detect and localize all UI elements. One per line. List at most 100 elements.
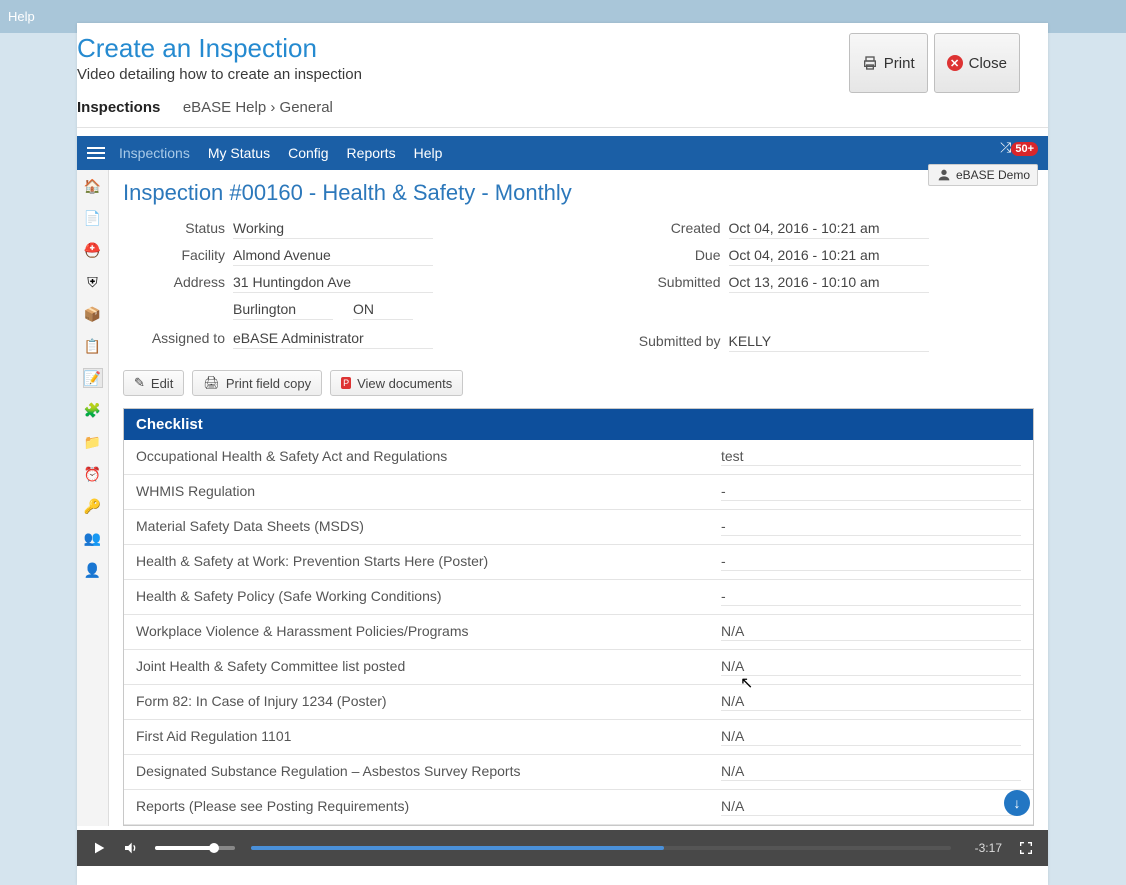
checklist-label: Material Safety Data Sheets (MSDS) [136, 518, 721, 536]
clock-icon[interactable]: ⏰ [83, 464, 103, 484]
checklist-row[interactable]: Material Safety Data Sheets (MSDS)- [124, 510, 1033, 545]
user-badge-label: eBASE Demo [956, 168, 1030, 182]
created-value: Oct 04, 2016 - 10:21 am [729, 220, 929, 239]
checklist-icon[interactable]: 📝 [83, 368, 103, 388]
checklist-label: Designated Substance Regulation – Asbest… [136, 763, 721, 781]
checklist-label: Form 82: In Case of Injury 1234 (Poster) [136, 693, 721, 711]
address-label: Address [123, 274, 233, 293]
checklist-value: N/A [721, 763, 1021, 781]
checklist-value: - [721, 588, 1021, 606]
close-label: Close [969, 55, 1007, 72]
box-icon[interactable]: 📦 [83, 304, 103, 324]
help-link[interactable]: Help [8, 9, 35, 24]
checklist-label: Health & Safety Policy (Safe Working Con… [136, 588, 721, 606]
person-icon[interactable]: 👤 [83, 560, 103, 580]
checklist-value: N/A [721, 623, 1021, 641]
nav-help[interactable]: Help [414, 145, 443, 161]
medical-icon[interactable]: ⛨ [83, 272, 103, 292]
content-area: Inspection #00160 - Health & Safety - Mo… [109, 170, 1048, 826]
checklist-row[interactable]: Health & Safety at Work: Prevention Star… [124, 545, 1033, 580]
checklist-row[interactable]: Reports (Please see Posting Requirements… [124, 790, 1033, 825]
checklist-row[interactable]: Joint Health & Safety Committee list pos… [124, 650, 1033, 685]
play-button[interactable] [91, 840, 107, 856]
video-frame: Inspections My Status Config Reports Hel… [77, 136, 1048, 866]
checklist-label: First Aid Regulation 1101 [136, 728, 721, 746]
volume-button[interactable] [123, 840, 139, 856]
edit-button[interactable]: ✎ Edit [123, 370, 184, 396]
crumb-inspections[interactable]: Inspections [77, 99, 160, 116]
checklist-row[interactable]: WHMIS Regulation- [124, 475, 1033, 510]
home-icon[interactable]: 🏠 [83, 176, 103, 196]
checklist-row[interactable]: Designated Substance Regulation – Asbest… [124, 755, 1033, 790]
status-label: Status [123, 220, 233, 239]
volume-icon [123, 840, 139, 856]
video-controls: -3:17 [77, 830, 1048, 866]
nav-reports[interactable]: Reports [347, 145, 396, 161]
app-navbar: Inspections My Status Config Reports Hel… [77, 136, 1048, 170]
assigned-value: eBASE Administrator [233, 330, 433, 349]
checklist-value: N/A [721, 798, 1021, 816]
print-field-label: Print field copy [226, 376, 311, 391]
nav-config[interactable]: Config [288, 145, 328, 161]
checklist-value: N/A [721, 658, 1021, 676]
view-docs-label: View documents [357, 376, 452, 391]
notification-badge[interactable]: ⤮50+ [1000, 139, 1038, 156]
checklist-label: Workplace Violence & Harassment Policies… [136, 623, 721, 641]
printer-icon: 🖨 [203, 375, 220, 391]
checklist-row[interactable]: Workplace Violence & Harassment Policies… [124, 615, 1033, 650]
people-icon[interactable]: 👥 [83, 528, 103, 548]
checklist-row[interactable]: Occupational Health & Safety Act and Reg… [124, 440, 1033, 475]
checklist-value: N/A [721, 728, 1021, 746]
time-remaining: -3:17 [975, 841, 1002, 855]
prov-value: ON [353, 301, 413, 320]
hamburger-icon[interactable] [87, 147, 105, 159]
fullscreen-button[interactable] [1018, 840, 1034, 856]
checklist-label: Occupational Health & Safety Act and Reg… [136, 448, 721, 466]
checklist-value: test [721, 448, 1021, 466]
submitted-value: Oct 13, 2016 - 10:10 am [729, 274, 929, 293]
user-badge[interactable]: eBASE Demo [928, 164, 1038, 186]
user-icon [936, 167, 952, 183]
print-field-button[interactable]: 🖨 Print field copy [192, 370, 322, 396]
checklist-row[interactable]: First Aid Regulation 1101N/A [124, 720, 1033, 755]
nav-inspections[interactable]: Inspections [119, 145, 190, 161]
view-documents-button[interactable]: P View documents [330, 370, 463, 396]
fullscreen-icon [1018, 840, 1034, 856]
folder-icon[interactable]: 📁 [83, 432, 103, 452]
checklist-label: Health & Safety at Work: Prevention Star… [136, 553, 721, 571]
nav-my-status[interactable]: My Status [208, 145, 270, 161]
checklist-row[interactable]: Form 82: In Case of Injury 1234 (Poster)… [124, 685, 1033, 720]
assigned-label: Assigned to [123, 330, 233, 349]
notif-count: 50+ [1011, 142, 1038, 156]
checklist-value: - [721, 483, 1021, 501]
pencil-icon: ✎ [134, 375, 145, 391]
puzzle-icon[interactable]: 🧩 [83, 400, 103, 420]
print-label: Print [884, 55, 915, 72]
page-title: Create an Inspection [77, 33, 362, 64]
checklist-value: - [721, 553, 1021, 571]
print-button[interactable]: Print [849, 33, 928, 93]
close-button[interactable]: ✕ Close [934, 33, 1020, 93]
crumb-path[interactable]: eBASE Help › General [183, 99, 333, 116]
play-icon [91, 840, 107, 856]
volume-slider[interactable] [155, 846, 235, 850]
checklist-row[interactable]: Health & Safety Policy (Safe Working Con… [124, 580, 1033, 615]
clipboard-icon[interactable]: 📋 [83, 336, 103, 356]
scroll-down-button[interactable]: ↓ [1004, 790, 1030, 816]
status-value: Working [233, 220, 433, 239]
close-icon: ✕ [947, 55, 963, 71]
address-value: 31 Huntingdon Ave [233, 274, 433, 293]
sidebar: 🏠 📄 ⛑️ ⛨ 📦 📋 📝 🧩 📁 ⏰ 🔑 👥 👤 [77, 170, 109, 826]
edit-label: Edit [151, 376, 173, 391]
document-icon[interactable]: 📄 [83, 208, 103, 228]
pdf-icon: P [341, 377, 351, 389]
checklist-panel: Checklist Occupational Health & Safety A… [123, 408, 1034, 826]
key-icon[interactable]: 🔑 [83, 496, 103, 516]
checklist-label: Reports (Please see Posting Requirements… [136, 798, 721, 816]
checklist-header: Checklist [124, 409, 1033, 440]
helmet-icon[interactable]: ⛑️ [83, 240, 103, 260]
progress-bar[interactable] [251, 846, 951, 850]
checklist-label: WHMIS Regulation [136, 483, 721, 501]
breadcrumb: Inspections eBASE Help › General [77, 93, 1048, 128]
submitted-label: Submitted [579, 274, 729, 293]
